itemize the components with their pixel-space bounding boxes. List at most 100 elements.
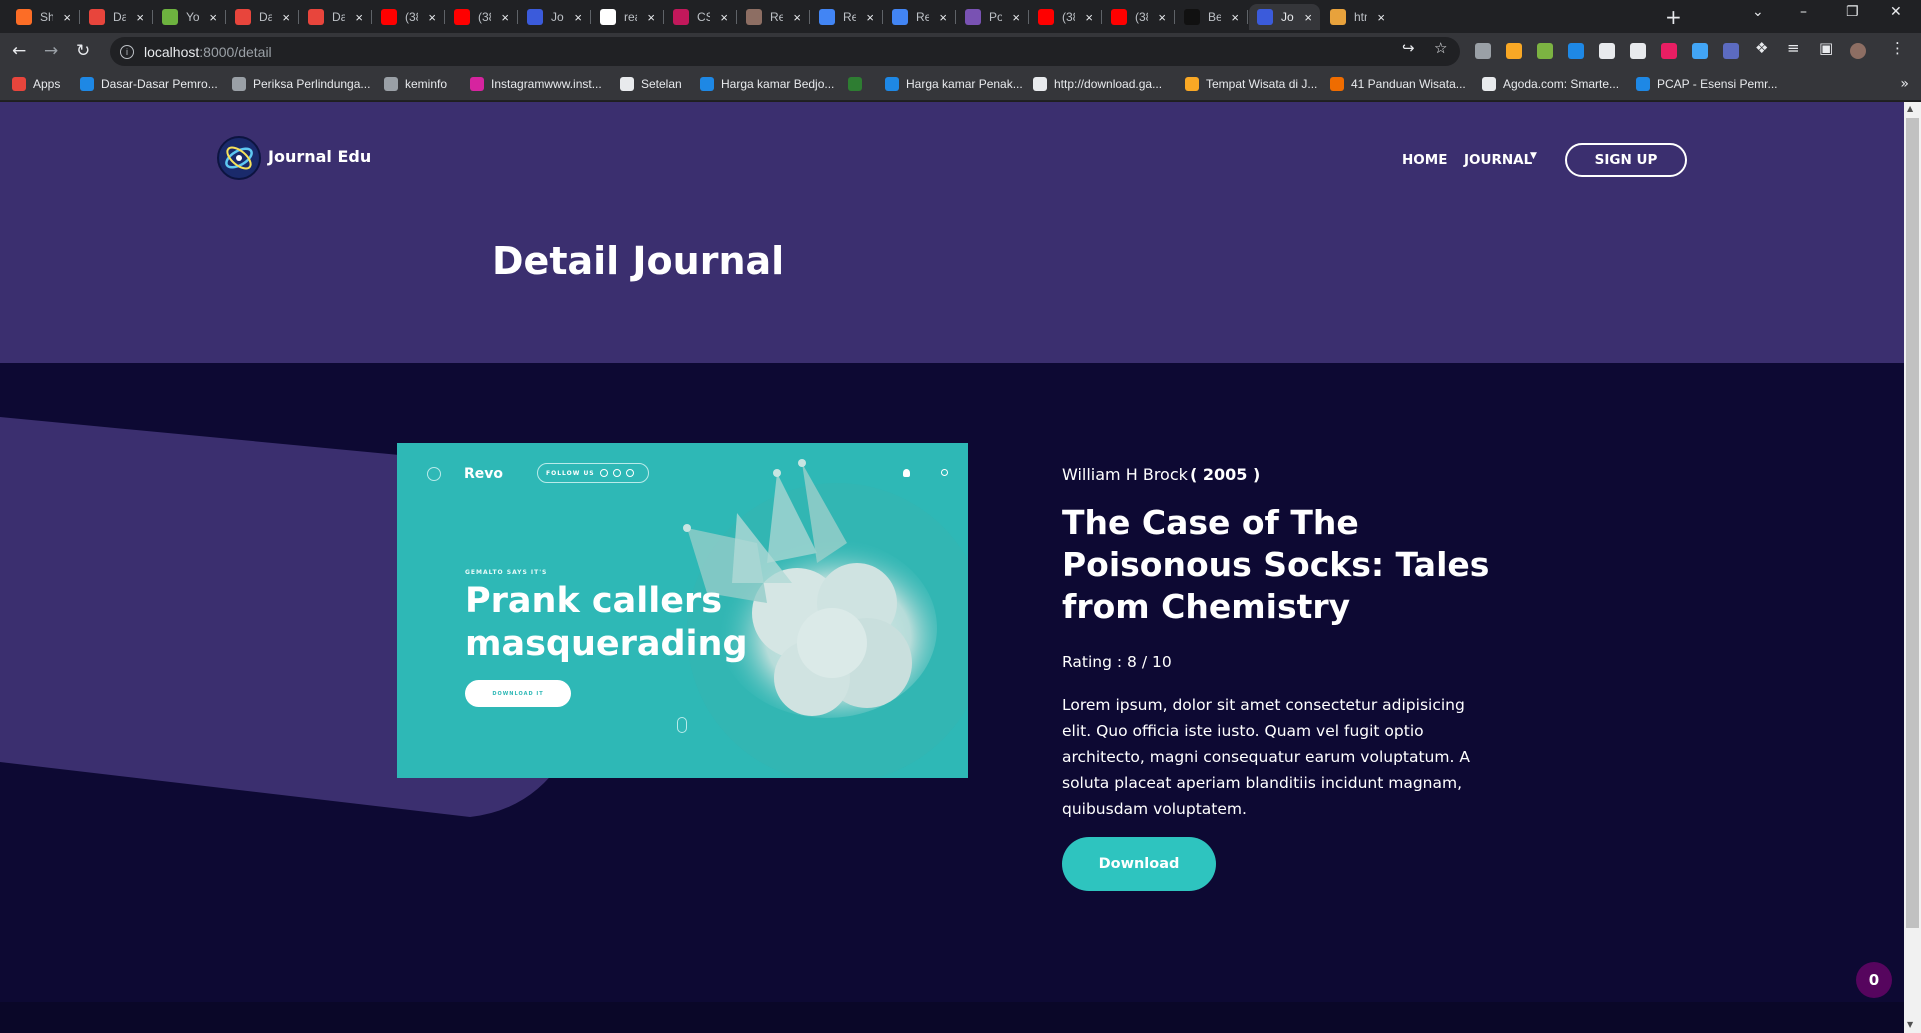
close-icon[interactable]: × — [574, 10, 582, 25]
close-icon[interactable]: × — [1158, 10, 1166, 25]
chevron-down-icon[interactable]: ⌄ — [1752, 4, 1764, 20]
extension-icon[interactable] — [1661, 43, 1677, 59]
profile-avatar[interactable] — [1850, 43, 1866, 59]
back-icon[interactable]: ← — [12, 41, 26, 61]
close-icon[interactable]: × — [1304, 10, 1312, 25]
download-button[interactable]: Download — [1062, 837, 1216, 891]
bookmark-item[interactable]: PCAP - Esensi Pemr... — [1636, 77, 1778, 91]
close-icon[interactable]: × — [1377, 10, 1385, 25]
tab-separator — [1247, 10, 1248, 24]
menu-dots-icon[interactable]: ⋮ — [1890, 39, 1905, 57]
extension-icon[interactable] — [1475, 43, 1491, 59]
maximize-icon[interactable]: ❐ — [1846, 4, 1859, 20]
browser-tab[interactable]: Posi × — [957, 4, 1028, 30]
nav-home-link[interactable]: HOME — [1402, 152, 1447, 168]
app-icon — [819, 9, 835, 25]
browser-tab[interactable]: Jour × — [519, 4, 590, 30]
bookmark-favicon-icon — [470, 77, 484, 91]
nav-journal-dropdown[interactable]: JOURNAL — [1464, 152, 1532, 168]
browser-tab[interactable]: reac × — [592, 4, 663, 30]
cover-social-icon — [612, 469, 621, 477]
close-icon[interactable]: × — [1012, 10, 1020, 25]
bookmark-item[interactable]: Setelan — [620, 77, 682, 91]
site-info-icon[interactable]: i — [120, 44, 134, 59]
browser-tab[interactable]: Dasl × — [227, 4, 298, 30]
forward-icon[interactable]: → — [44, 41, 58, 61]
browser-tab[interactable]: Rev × — [884, 4, 955, 30]
browser-tab[interactable]: Rev × — [811, 4, 882, 30]
bookmark-item[interactable]: Periksa Perlindunga... — [232, 77, 370, 91]
sign-up-button[interactable]: SIGN UP — [1565, 143, 1687, 177]
close-icon[interactable]: × — [355, 10, 363, 25]
close-icon[interactable]: × — [282, 10, 290, 25]
browser-tab[interactable]: CSS × — [665, 4, 736, 30]
close-icon[interactable]: × — [647, 10, 655, 25]
brand-name[interactable]: Journal Edu — [268, 147, 371, 166]
close-icon[interactable]: × — [1085, 10, 1093, 25]
media-icon[interactable]: ≡ — [1787, 39, 1800, 57]
bookmark-item[interactable]: Harga kamar Bedjo... — [700, 77, 834, 91]
bookmark-star-icon[interactable]: ☆ — [1434, 39, 1447, 57]
tab-title: Rea — [770, 10, 784, 24]
bookmark-item[interactable]: Harga kamar Penak... — [885, 77, 1023, 91]
browser-tab[interactable]: (382 × — [1030, 4, 1101, 30]
more-bookmarks-icon[interactable]: » — [1900, 76, 1909, 92]
close-icon[interactable]: × — [136, 10, 144, 25]
close-icon[interactable]: × — [501, 10, 509, 25]
caret-down-icon: ▼ — [1530, 151, 1537, 161]
close-icon[interactable]: × — [720, 10, 728, 25]
browser-tab[interactable]: Bea × — [1176, 4, 1247, 30]
close-icon[interactable]: × — [1231, 10, 1239, 25]
extension-icon[interactable] — [1568, 43, 1584, 59]
close-icon[interactable]: × — [209, 10, 217, 25]
window-close-icon[interactable]: ✕ — [1890, 4, 1902, 20]
close-icon[interactable]: × — [63, 10, 71, 25]
browser-tab[interactable]: (382 × — [1103, 4, 1174, 30]
bookmark-item[interactable]: http://download.ga... — [1033, 77, 1162, 91]
cover-headline: Prank callers masquerading — [465, 581, 748, 664]
close-icon[interactable]: × — [793, 10, 801, 25]
address-bar[interactable]: i localhost:8000/detail — [110, 37, 1460, 66]
side-panel-icon[interactable]: ▣ — [1819, 39, 1833, 57]
bookmark-item[interactable] — [848, 77, 869, 91]
puzzle-icon[interactable]: ❖ — [1755, 39, 1768, 57]
browser-tab[interactable]: Dasl × — [300, 4, 371, 30]
bookmark-item[interactable]: Instagramwww.inst... — [470, 77, 602, 91]
browser-tab[interactable]: Jour × — [1249, 4, 1320, 30]
scrollbar-thumb[interactable] — [1906, 118, 1919, 928]
journal-icon — [1257, 9, 1273, 25]
new-tab-icon[interactable]: + — [1665, 5, 1682, 29]
close-icon[interactable]: × — [428, 10, 436, 25]
browser-tab[interactable]: You × — [154, 4, 225, 30]
bookmark-item[interactable]: 41 Panduan Wisata... — [1330, 77, 1466, 91]
extension-icon[interactable] — [1537, 43, 1553, 59]
close-icon[interactable]: × — [866, 10, 874, 25]
close-icon[interactable]: × — [939, 10, 947, 25]
browser-tab[interactable]: Dasl × — [81, 4, 152, 30]
browser-tab[interactable]: (382 × — [446, 4, 517, 30]
bookmark-item[interactable]: keminfo — [384, 77, 447, 91]
minimize-icon[interactable]: – — [1800, 4, 1807, 20]
bookmark-item[interactable]: Apps — [12, 77, 60, 91]
extension-icon[interactable] — [1630, 43, 1646, 59]
extension-icon[interactable] — [1599, 43, 1615, 59]
brand-logo-icon[interactable] — [217, 136, 261, 180]
scroll-up-icon[interactable]: ▲ — [1907, 104, 1913, 113]
browser-tab[interactable]: htm × — [1322, 4, 1393, 30]
reload-icon[interactable]: ↻ — [76, 41, 90, 61]
bookmark-label: Apps — [33, 77, 61, 91]
browser-tab[interactable]: (382 × — [373, 4, 444, 30]
tab-title: You — [186, 10, 200, 24]
hero-header: Journal Edu HOME JOURNAL ▼ SIGN UP Detai… — [0, 102, 1904, 363]
notification-badge[interactable]: 0 — [1856, 962, 1892, 998]
share-icon[interactable]: ↪ — [1402, 39, 1415, 57]
extension-icon[interactable] — [1506, 43, 1522, 59]
bookmark-item[interactable]: Agoda.com: Smarte... — [1482, 77, 1619, 91]
translate-icon[interactable] — [1692, 43, 1708, 59]
bookmark-item[interactable]: Tempat Wisata di J... — [1185, 77, 1317, 91]
browser-tab[interactable]: Sho × — [8, 4, 79, 30]
browser-tab[interactable]: Rea × — [738, 4, 809, 30]
scroll-down-icon[interactable]: ▼ — [1907, 1020, 1913, 1029]
extension-icon[interactable] — [1723, 43, 1739, 59]
bookmark-item[interactable]: Dasar-Dasar Pemro... — [80, 77, 218, 91]
